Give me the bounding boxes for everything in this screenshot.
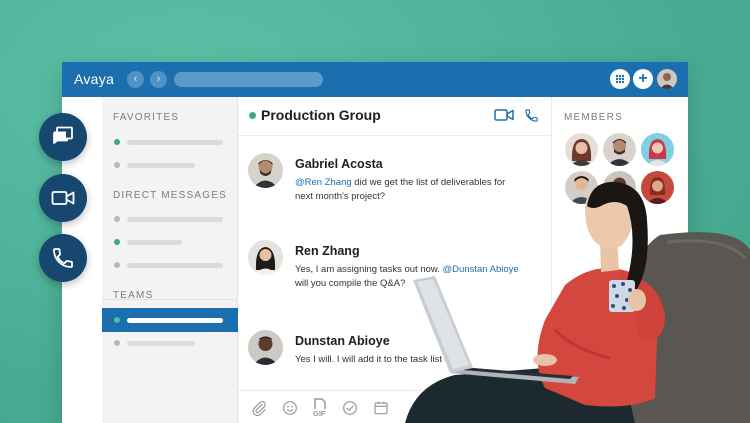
team-item[interactable] bbox=[102, 332, 238, 354]
avatar-image bbox=[565, 133, 598, 166]
plus-icon: + bbox=[638, 70, 648, 87]
search-input[interactable] bbox=[174, 72, 323, 87]
team-item-active[interactable] bbox=[102, 308, 238, 332]
grid-icon bbox=[615, 74, 625, 84]
chat-bubbles-icon bbox=[53, 126, 73, 144]
add-button[interactable]: + bbox=[633, 69, 653, 89]
apps-grid-button[interactable] bbox=[610, 69, 630, 89]
sender-avatar[interactable] bbox=[248, 153, 283, 188]
direct-messages-section-title: DIRECT MESSAGES bbox=[113, 190, 227, 201]
gif-icon[interactable]: GIF bbox=[312, 398, 328, 418]
video-camera-icon bbox=[51, 191, 75, 205]
avatar-image bbox=[641, 133, 674, 166]
forward-button[interactable]: › bbox=[150, 71, 167, 88]
voice-call-button[interactable] bbox=[39, 234, 87, 282]
online-status-dot bbox=[114, 139, 120, 145]
direct-message-item[interactable] bbox=[102, 231, 238, 253]
emoji-icon[interactable] bbox=[282, 400, 298, 416]
avatar-image bbox=[248, 240, 283, 275]
member-avatar[interactable] bbox=[641, 133, 674, 166]
item-placeholder bbox=[127, 163, 195, 168]
calendar-icon[interactable] bbox=[373, 400, 389, 416]
conversation-header: Production Group bbox=[238, 97, 551, 136]
mention-link[interactable]: @Ren Zhang bbox=[295, 177, 352, 188]
titlebar: Avaya ‹ › + bbox=[62, 62, 688, 97]
online-status-dot bbox=[114, 239, 120, 245]
offline-status-dot bbox=[114, 262, 120, 268]
sender-avatar[interactable] bbox=[248, 330, 283, 365]
offline-status-dot bbox=[114, 340, 120, 346]
paperclip-icon[interactable] bbox=[251, 400, 267, 416]
phone-icon bbox=[53, 248, 73, 268]
gif-label: GIF bbox=[313, 409, 326, 418]
back-button[interactable]: ‹ bbox=[127, 71, 144, 88]
sender-name: Gabriel Acosta bbox=[295, 157, 383, 171]
sender-avatar[interactable] bbox=[248, 240, 283, 275]
avatar-image bbox=[657, 69, 677, 89]
group-name: Production Group bbox=[261, 107, 381, 123]
item-placeholder bbox=[127, 318, 223, 323]
online-status-dot bbox=[114, 317, 120, 323]
avatar-image bbox=[248, 153, 283, 188]
item-placeholder bbox=[127, 341, 195, 346]
members-title: MEMBERS bbox=[564, 112, 623, 123]
video-camera-icon[interactable] bbox=[494, 108, 514, 122]
sender-name: Dunstan Abioye bbox=[295, 334, 390, 348]
item-placeholder bbox=[127, 140, 223, 145]
favorites-section-title: FAVORITES bbox=[113, 112, 180, 123]
teams-section-title: TEAMS bbox=[113, 290, 154, 301]
offline-status-dot bbox=[114, 216, 120, 222]
member-avatar[interactable] bbox=[565, 133, 598, 166]
offline-status-dot bbox=[114, 162, 120, 168]
direct-message-item[interactable] bbox=[102, 254, 238, 276]
direct-message-item[interactable] bbox=[102, 208, 238, 230]
favorite-item[interactable] bbox=[102, 154, 238, 176]
avatar-image bbox=[248, 330, 283, 365]
video-call-button[interactable] bbox=[39, 174, 87, 222]
app-name: Avaya bbox=[74, 71, 115, 87]
user-avatar[interactable] bbox=[657, 69, 677, 89]
item-placeholder bbox=[127, 240, 182, 245]
item-placeholder bbox=[127, 263, 223, 268]
item-placeholder bbox=[127, 217, 223, 222]
sidebar: FAVORITES DIRECT MESSAGES TEAMS bbox=[102, 97, 238, 423]
group-status-dot bbox=[249, 112, 256, 119]
phone-icon[interactable] bbox=[524, 108, 539, 123]
favorite-item[interactable] bbox=[102, 131, 238, 153]
woman-with-laptop-photo bbox=[405, 181, 750, 423]
message-text-part: will you compile the Q&A? bbox=[295, 278, 406, 289]
member-avatar[interactable] bbox=[603, 133, 636, 166]
checkmark-circle-icon[interactable] bbox=[342, 400, 358, 416]
avatar-image bbox=[603, 133, 636, 166]
chat-button[interactable] bbox=[39, 113, 87, 161]
sender-name: Ren Zhang bbox=[295, 244, 360, 258]
